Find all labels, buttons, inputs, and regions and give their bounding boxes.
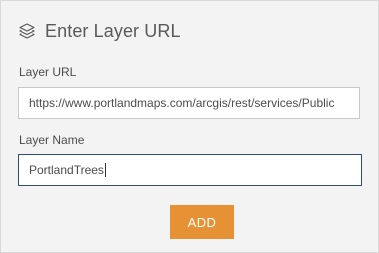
- text-caret: [104, 163, 106, 177]
- panel-header: Enter Layer URL: [18, 19, 181, 43]
- layer-url-input[interactable]: https://www.portlandmaps.com/arcgis/rest…: [18, 87, 360, 119]
- layers-icon: [18, 22, 36, 40]
- layer-name-label: Layer Name: [19, 133, 85, 147]
- layer-name-value: PortlandTrees: [29, 163, 104, 177]
- enter-layer-url-panel: Enter Layer URL Layer URL https://www.po…: [0, 0, 379, 253]
- layer-name-input[interactable]: PortlandTrees: [18, 154, 362, 186]
- layer-url-value: https://www.portlandmaps.com/arcgis/rest…: [29, 96, 335, 110]
- add-button[interactable]: ADD: [170, 205, 234, 239]
- layer-url-label: Layer URL: [19, 65, 77, 79]
- panel-title: Enter Layer URL: [45, 20, 181, 41]
